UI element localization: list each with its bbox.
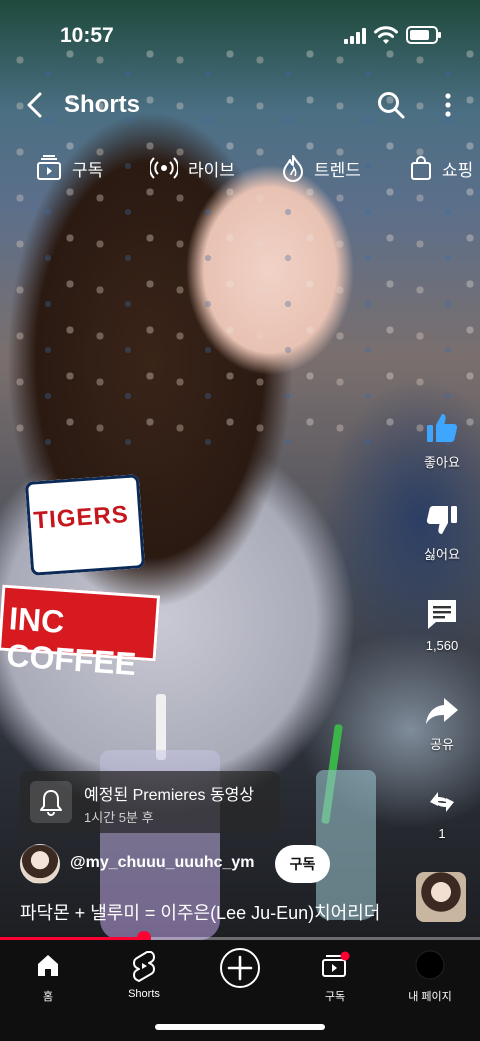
jersey-patch-image: TIGERS bbox=[24, 474, 146, 576]
dislike-button[interactable]: 싫어요 bbox=[412, 502, 472, 563]
shopping-bag-icon bbox=[411, 156, 431, 180]
drink-cup-image-2 bbox=[316, 770, 376, 920]
chip-label: 구독 bbox=[72, 160, 104, 180]
premiere-countdown: 1시간 5분 후 bbox=[84, 810, 154, 825]
chip-label: 쇼핑 bbox=[442, 160, 474, 180]
channel-handle[interactable]: @my_chuuu_uuuhc_ym bbox=[70, 854, 255, 872]
create-icon bbox=[227, 955, 253, 981]
status-time: 10:57 bbox=[60, 24, 114, 47]
battery-icon bbox=[406, 26, 441, 44]
chip-label: 라이브 bbox=[188, 160, 235, 180]
home-icon bbox=[38, 955, 58, 976]
premiere-title: 예정된 Premieres 동영상 bbox=[84, 787, 255, 804]
chip-label: 트렌드 bbox=[314, 160, 361, 180]
cellular-signal-icon bbox=[344, 28, 366, 44]
remix-icon bbox=[430, 792, 454, 812]
share-button[interactable]: 공유 bbox=[412, 694, 472, 753]
shorts-icon bbox=[133, 951, 155, 982]
bell-icon bbox=[40, 790, 62, 816]
create-button[interactable] bbox=[220, 948, 260, 988]
subscriptions-icon bbox=[37, 155, 61, 180]
sleeve-band-image: INC COFFEE bbox=[0, 584, 161, 682]
like-button[interactable]: 좋아요 bbox=[412, 410, 472, 471]
thumb-up-icon bbox=[427, 414, 458, 442]
share-icon bbox=[426, 698, 458, 724]
nav-label: 홈 bbox=[42, 991, 54, 1003]
comment-icon bbox=[428, 600, 456, 629]
subscriptions-icon bbox=[322, 951, 350, 977]
profile-avatar-icon bbox=[415, 950, 445, 980]
home-indicator bbox=[155, 1024, 325, 1030]
nav-label: Shorts bbox=[128, 988, 160, 1000]
trending-icon bbox=[283, 155, 303, 182]
patch-text: TIGERS bbox=[32, 500, 130, 535]
chip-shopping[interactable]: 쇼핑 bbox=[410, 146, 473, 190]
page-title: Shorts bbox=[64, 91, 141, 118]
bell-icon-container bbox=[30, 781, 72, 823]
more-vert-icon[interactable] bbox=[438, 90, 458, 120]
chevron-left-icon[interactable] bbox=[22, 90, 50, 120]
nav-label: 구독 bbox=[324, 991, 346, 1003]
category-chips: 구독 라이브 트렌드 쇼핑 bbox=[0, 146, 480, 190]
comments-button[interactable]: 1,560 bbox=[412, 596, 472, 653]
remix-button[interactable]: 1 bbox=[412, 784, 472, 841]
video-title[interactable]: 파닥몬 + 낼루미 = 이주은(Lee Ju-Eun)치어리더 bbox=[20, 899, 380, 925]
live-icon bbox=[150, 157, 178, 179]
nav-label: 내 페이지 bbox=[408, 991, 452, 1003]
search-icon[interactable] bbox=[376, 90, 406, 120]
nav-you[interactable]: 내 페이지 bbox=[390, 948, 470, 1004]
chip-trending[interactable]: 트렌드 bbox=[282, 146, 361, 190]
remix-count: 1 bbox=[438, 826, 446, 841]
nav-shorts[interactable]: Shorts bbox=[104, 948, 184, 1000]
share-label: 공유 bbox=[430, 737, 454, 752]
nav-subscriptions[interactable]: 구독 bbox=[295, 948, 375, 1004]
chip-live[interactable]: 라이브 bbox=[150, 146, 235, 190]
channel-avatar[interactable] bbox=[20, 844, 60, 884]
premiere-banner[interactable]: 예정된 Premieres 동영상 1시간 5분 후 bbox=[20, 771, 280, 833]
shorts-header: Shorts bbox=[0, 82, 480, 128]
like-label: 좋아요 bbox=[424, 455, 460, 470]
subscribe-button[interactable]: 구독 bbox=[275, 845, 330, 883]
sleeve-text: INC COFFEE bbox=[5, 600, 138, 683]
sound-thumbnail[interactable] bbox=[416, 872, 466, 922]
thumb-down-icon bbox=[426, 506, 457, 534]
status-bar: 10:57 bbox=[0, 0, 480, 72]
chip-subscriptions[interactable]: 구독 bbox=[36, 146, 103, 190]
wifi-icon bbox=[374, 26, 398, 44]
dislike-label: 싫어요 bbox=[424, 547, 460, 562]
comment-count: 1,560 bbox=[425, 638, 459, 653]
nav-home[interactable]: 홈 bbox=[8, 948, 88, 1004]
